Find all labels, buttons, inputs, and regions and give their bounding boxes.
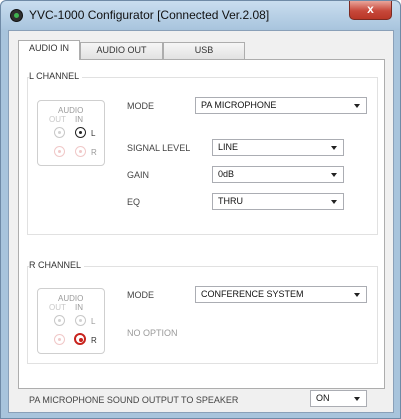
l-channel-title: L CHANNEL [29, 71, 83, 81]
signal-level-value: LINE [218, 142, 239, 152]
r-audio-diagram: AUDIO OUT IN L R [37, 288, 105, 354]
chevron-down-icon [331, 200, 337, 204]
l-label: L [91, 317, 96, 326]
speaker-output-label: PA MICROPHONE SOUND OUTPUT TO SPEAKER [29, 395, 239, 405]
no-option-text: NO OPTION [127, 328, 178, 338]
l-in-jack-icon [75, 127, 86, 138]
l-label: L [91, 129, 96, 138]
r-in-jack-icon [75, 146, 86, 157]
window-title: YVC-1000 Configurator [Connected Ver.2.0… [29, 8, 270, 22]
client-area: AUDIO IN AUDIO OUT USB L CHANNEL AUDIO O… [8, 30, 394, 413]
audio-in-label: IN [75, 115, 83, 124]
close-button[interactable]: x [349, 1, 392, 20]
l-mode-select[interactable]: PA MICROPHONE [195, 97, 367, 114]
title-bar[interactable]: YVC-1000 Configurator [Connected Ver.2.0… [1, 1, 400, 29]
r-out-jack-icon [54, 146, 65, 157]
eq-value: THRU [218, 196, 243, 206]
app-icon [10, 9, 23, 22]
l-out-jack-icon [54, 315, 65, 326]
l-mode-label: MODE [127, 101, 154, 111]
gain-value: 0dB [218, 169, 235, 179]
signal-level-label: SIGNAL LEVEL [127, 143, 191, 153]
audio-in-panel: L CHANNEL AUDIO OUT IN L R MODE PA MICRO… [18, 59, 385, 389]
r-label: R [91, 148, 97, 157]
audio-box-title: AUDIO [58, 294, 84, 303]
audio-box-title: AUDIO [58, 106, 84, 115]
r-in-jack-icon [74, 333, 86, 345]
tab-audio-out[interactable]: AUDIO OUT [80, 42, 163, 59]
audio-in-label: IN [75, 303, 83, 312]
signal-level-select[interactable]: LINE [212, 139, 344, 156]
r-out-jack-icon [54, 334, 65, 345]
r-mode-select[interactable]: CONFERENCE SYSTEM [195, 286, 367, 303]
chevron-down-icon [331, 146, 337, 150]
l-out-jack-icon [54, 127, 65, 138]
audio-out-label: OUT [49, 115, 66, 124]
l-audio-diagram: AUDIO OUT IN L R [37, 100, 105, 166]
eq-select[interactable]: THRU [212, 193, 344, 210]
l-mode-value: PA MICROPHONE [201, 100, 277, 110]
r-mode-label: MODE [127, 290, 154, 300]
gain-select[interactable]: 0dB [212, 166, 344, 183]
speaker-output-value: ON [316, 393, 330, 403]
chevron-down-icon [354, 104, 360, 108]
chevron-down-icon [331, 173, 337, 177]
r-channel-title: R CHANNEL [29, 260, 85, 270]
configurator-window: YVC-1000 Configurator [Connected Ver.2.0… [0, 0, 401, 419]
audio-out-label: OUT [49, 303, 66, 312]
chevron-down-icon [354, 397, 360, 401]
l-in-jack-icon [75, 315, 86, 326]
gain-label: GAIN [127, 170, 150, 180]
tab-usb[interactable]: USB [163, 42, 245, 59]
chevron-down-icon [354, 293, 360, 297]
eq-label: EQ [127, 197, 141, 207]
tab-audio-in[interactable]: AUDIO IN [18, 40, 80, 60]
r-label: R [91, 336, 97, 345]
speaker-output-select[interactable]: ON [310, 390, 367, 407]
r-mode-value: CONFERENCE SYSTEM [201, 289, 304, 299]
